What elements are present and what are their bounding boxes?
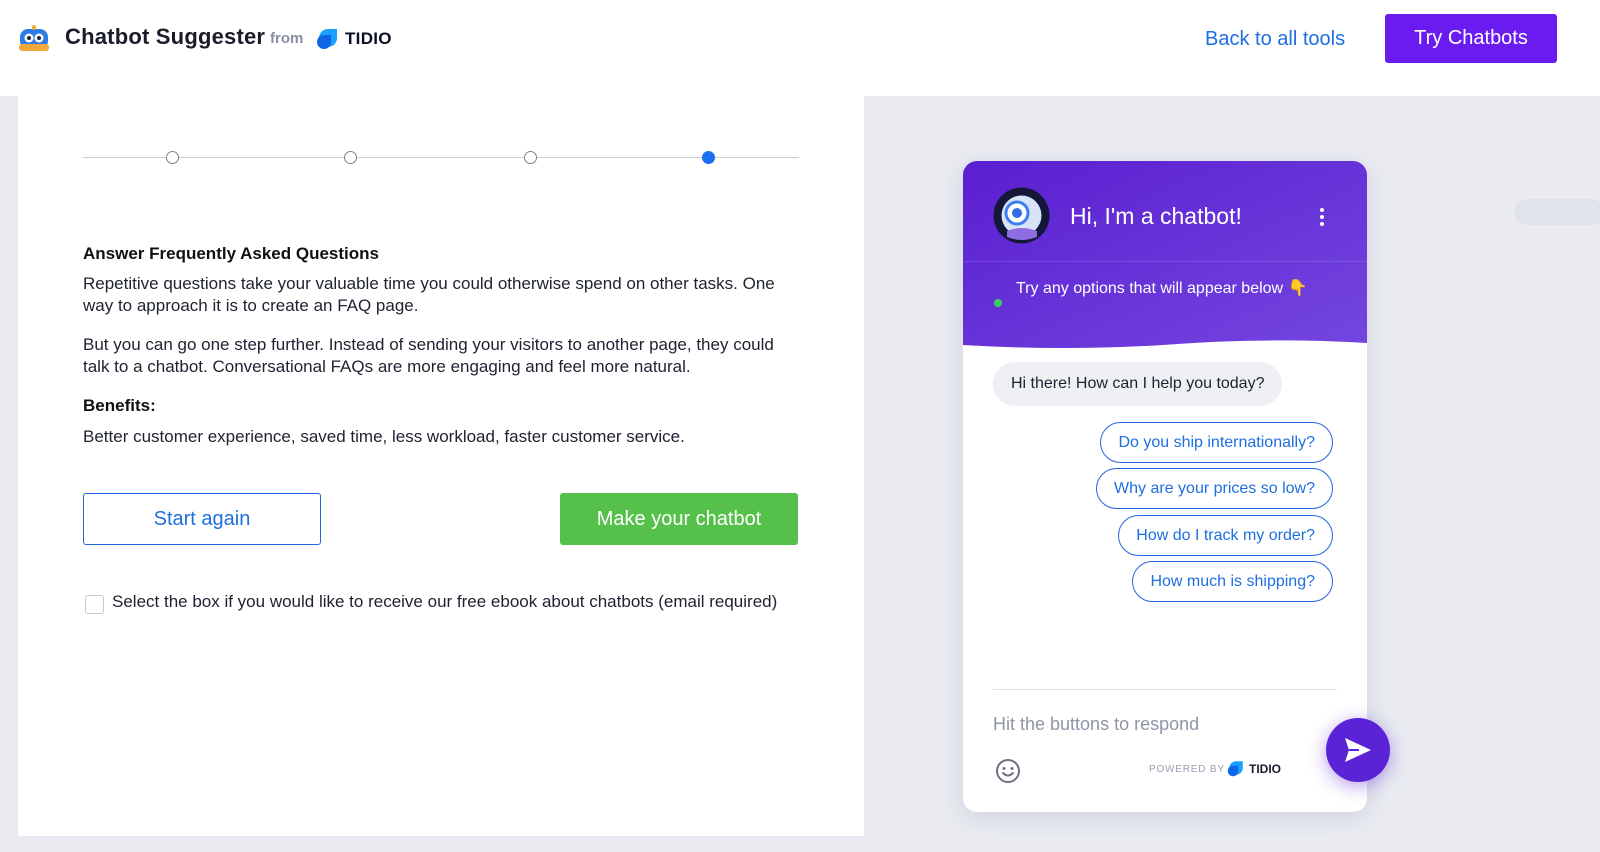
robot-logo-icon <box>19 25 49 51</box>
make-your-chatbot-button[interactable]: Make your chatbot <box>560 493 798 545</box>
chat-widget: Hi, I'm a chatbot! Try any options that … <box>963 161 1367 812</box>
emoji-icon[interactable] <box>995 758 1021 784</box>
section-title: Answer Frequently Asked Questions <box>83 244 379 263</box>
tidio-small-logo-icon <box>1227 761 1243 777</box>
benefits-title: Benefits: <box>83 396 156 415</box>
app-title: Chatbot Suggester <box>65 24 266 49</box>
quick-reply-track-order[interactable]: How do I track my order? <box>1118 515 1333 556</box>
chat-message-input[interactable]: Hit the buttons to respond <box>993 714 1199 735</box>
chat-input-divider <box>993 689 1337 690</box>
chat-title: Hi, I'm a chatbot! <box>1070 203 1242 229</box>
online-status-icon <box>994 299 1002 307</box>
from-label: from <box>270 30 304 47</box>
powered-by-brand: TIDIO <box>1249 762 1281 776</box>
powered-by-label: POWERED BY <box>1149 764 1225 775</box>
ebook-checkbox[interactable] <box>85 595 104 614</box>
step-4-dot-active[interactable] <box>702 151 715 164</box>
description-paragraph-1: Repetitive questions take your valuable … <box>83 274 775 315</box>
chat-header: Hi, I'm a chatbot! Try any options that … <box>963 161 1367 351</box>
send-icon <box>1345 738 1371 762</box>
tidio-logo-icon <box>317 29 337 49</box>
ebook-checkbox-label[interactable]: Select the box if you would like to rece… <box>112 592 777 612</box>
benefits-text: Better customer experience, saved time, … <box>83 427 685 446</box>
try-chatbots-button[interactable]: Try Chatbots <box>1385 14 1557 63</box>
description-paragraph-2: But you can go one step further. Instead… <box>83 335 774 376</box>
quick-reply-shipping-cost[interactable]: How much is shipping? <box>1132 561 1333 602</box>
bot-message-bubble: Hi there! How can I help you today? <box>993 362 1283 406</box>
back-to-tools-link[interactable]: Back to all tools <box>1205 28 1345 51</box>
chat-subtitle: Try any options that will appear below 👇 <box>1016 280 1308 297</box>
step-2-dot[interactable] <box>344 151 357 164</box>
background-pill <box>1514 199 1600 225</box>
step-1-dot[interactable] <box>166 151 179 164</box>
top-header: Chatbot Suggester from TIDIO Back to all… <box>0 0 1600 96</box>
stepper-track <box>83 157 799 158</box>
send-message-button[interactable] <box>1326 718 1390 782</box>
more-options-icon[interactable] <box>1315 205 1329 229</box>
content-panel: Answer Frequently Asked Questions Repeti… <box>18 96 864 836</box>
chatbot-avatar <box>993 187 1050 244</box>
quick-reply-prices-low[interactable]: Why are your prices so low? <box>1096 468 1333 509</box>
start-again-button[interactable]: Start again <box>83 493 321 545</box>
tidio-brand-name: TIDIO <box>345 29 392 48</box>
quick-reply-ship-internationally[interactable]: Do you ship internationally? <box>1100 422 1333 463</box>
step-3-dot[interactable] <box>524 151 537 164</box>
